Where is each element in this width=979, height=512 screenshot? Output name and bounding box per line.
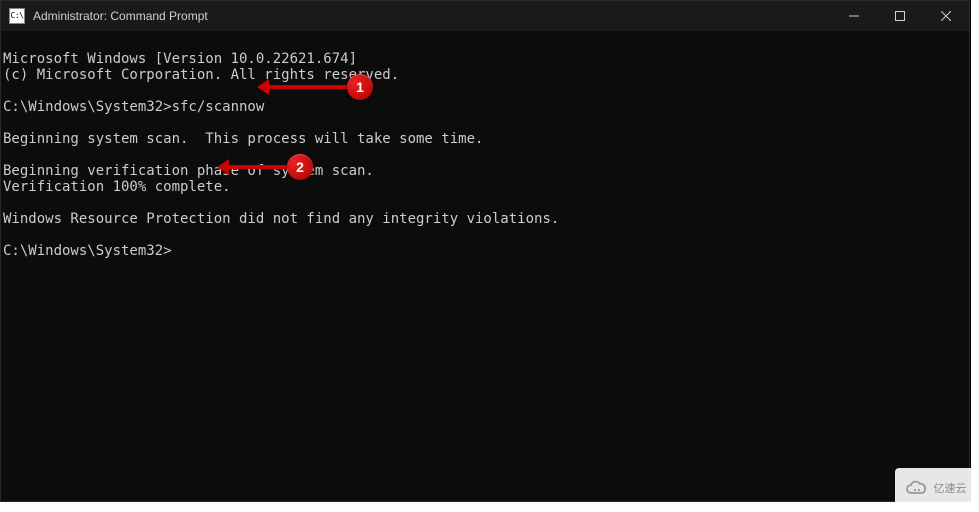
terminal-prompt: C:\Windows\System32> [3, 243, 172, 259]
watermark-text: 亿速云 [934, 480, 967, 496]
close-button[interactable] [923, 1, 969, 31]
prompt-command: sfc/scannow [172, 99, 265, 115]
terminal-line: Beginning verification phase of system s… [3, 163, 374, 179]
minimize-button[interactable] [831, 1, 877, 31]
minimize-icon [849, 11, 859, 21]
command-prompt-window: C:\ Administrator: Command Prompt [0, 0, 970, 502]
cmd-icon: C:\ [9, 8, 25, 24]
maximize-icon [895, 11, 905, 21]
page-bottom-strip [0, 502, 979, 512]
terminal-area[interactable]: Microsoft Windows [Version 10.0.22621.67… [1, 31, 969, 501]
terminal-line: Beginning system scan. This process will… [3, 131, 483, 147]
terminal-line: (c) Microsoft Corporation. All rights re… [3, 67, 399, 83]
cloud-icon [904, 479, 930, 497]
terminal-line: Verification 100% complete. [3, 179, 231, 195]
terminal-line: Windows Resource Protection did not find… [3, 211, 559, 227]
window-title: Administrator: Command Prompt [33, 9, 208, 23]
titlebar[interactable]: C:\ Administrator: Command Prompt [1, 1, 969, 31]
terminal-line: Microsoft Windows [Version 10.0.22621.67… [3, 51, 357, 67]
close-icon [941, 11, 951, 21]
maximize-button[interactable] [877, 1, 923, 31]
annotation-arrow-1 [267, 85, 347, 89]
terminal-prompt: C:\Windows\System32>sfc/scannow [3, 99, 264, 115]
window-controls [831, 1, 969, 31]
prompt-prefix: C:\Windows\System32> [3, 99, 172, 115]
